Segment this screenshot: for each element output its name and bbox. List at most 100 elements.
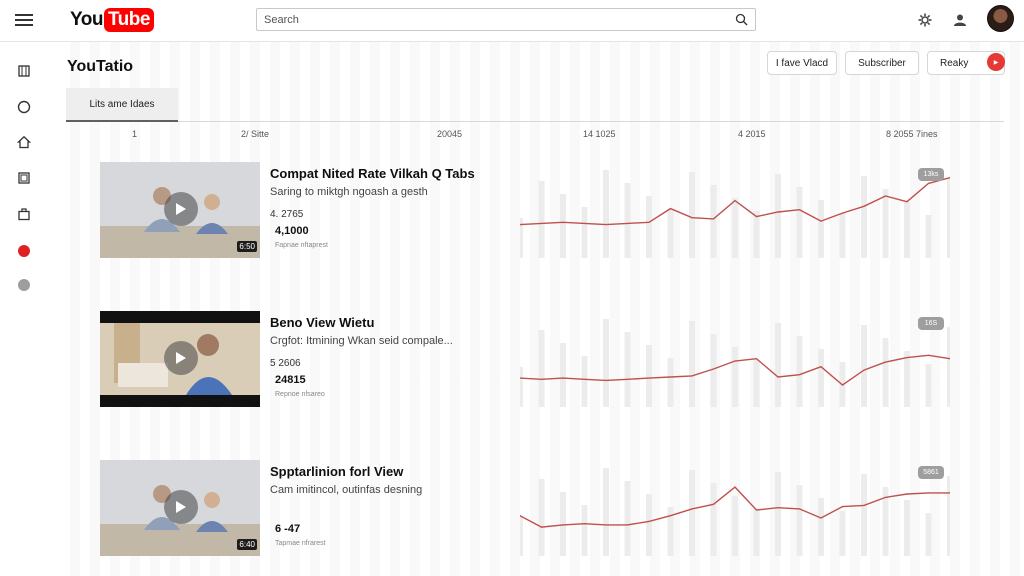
- chart-point: [863, 504, 865, 506]
- video-thumbnail[interactable]: [100, 311, 260, 407]
- video-row: 6:50 Compat Nited Rate Vilkah Q Tabs Sar…: [100, 162, 980, 258]
- chart-bar: [710, 185, 717, 258]
- sidebar-live-dot-icon[interactable]: [14, 241, 34, 261]
- chart-bar: [581, 207, 588, 258]
- video-stat: 4. 2765: [270, 209, 304, 220]
- chart-point: [562, 524, 564, 526]
- chart-bar: [689, 321, 695, 407]
- chart-bar: [667, 358, 674, 407]
- views-trend-chart: [520, 170, 950, 258]
- chart-bar: [538, 479, 545, 556]
- sidebar-circle-icon[interactable]: [14, 97, 34, 117]
- youtube-logo[interactable]: You Tube: [70, 8, 154, 32]
- chart-bar: [925, 513, 932, 556]
- chart-bar: [646, 494, 652, 556]
- views-trend-chart: [520, 468, 950, 556]
- chart-bar: [624, 481, 631, 556]
- chart-bar: [753, 509, 760, 556]
- sidebar-library-icon[interactable]: [14, 168, 34, 188]
- chart-point: [777, 211, 779, 213]
- chart-point: [540, 222, 543, 224]
- axis-label: 14 1025: [583, 129, 616, 139]
- search-input[interactable]: [257, 9, 727, 30]
- video-duration: 6:40: [237, 539, 257, 550]
- chart-point: [605, 524, 607, 526]
- video-description: Saring to miktgh ngoash a gesth: [270, 186, 428, 198]
- video-badge: 13ks: [918, 168, 944, 181]
- chart-point: [820, 220, 822, 222]
- tab-bar: Lits ame Idaes: [66, 88, 1004, 122]
- video-stat: 5 2606: [270, 358, 301, 369]
- chart-point: [540, 526, 543, 528]
- chart-point: [841, 212, 844, 214]
- chart-bar: [581, 505, 588, 556]
- sidebar-home-icon[interactable]: [14, 132, 34, 152]
- tab-ideas[interactable]: Lits ame Idaes: [66, 88, 178, 122]
- video-thumbnail[interactable]: 6:40: [100, 460, 260, 556]
- chart-bar: [646, 345, 652, 407]
- chart-point: [884, 496, 887, 498]
- chart-point: [562, 221, 564, 223]
- chart-point: [648, 377, 650, 379]
- chart-point: [927, 182, 930, 184]
- video-row: Beno View Wietu Crgfot: Itmining Wkan se…: [100, 311, 980, 407]
- video-title[interactable]: Compat Nited Rate Vilkah Q Tabs: [270, 166, 475, 181]
- logo-box-text: Tube: [103, 8, 154, 32]
- video-title[interactable]: Spptarlinion forl View: [270, 464, 403, 479]
- chart-point: [863, 205, 865, 207]
- chart-point: [841, 506, 844, 508]
- chart-bar: [925, 364, 932, 407]
- chart-point: [583, 523, 586, 525]
- chart-point: [906, 493, 908, 495]
- chart-point: [734, 200, 736, 202]
- chart-point: [669, 515, 672, 517]
- chart-bar: [818, 349, 824, 407]
- chart-point: [906, 201, 908, 203]
- chart-bar: [710, 483, 717, 556]
- chart-bar: [818, 200, 824, 258]
- sidebar-bag-icon[interactable]: [14, 204, 34, 224]
- chart-point: [884, 361, 887, 363]
- video-description: Crgfot: Itmining Wkan seid compale...: [270, 335, 453, 347]
- chart-bar: [624, 332, 631, 407]
- account-icon[interactable]: [950, 10, 970, 30]
- video-views: 4,1000: [275, 225, 309, 237]
- chart-bar: [603, 319, 609, 407]
- chart-bar: [603, 468, 609, 556]
- chart-point: [798, 508, 801, 510]
- chart-point: [583, 378, 586, 380]
- play-icon[interactable]: [164, 192, 198, 226]
- video-thumbnail[interactable]: 6:50: [100, 162, 260, 258]
- chart-bar: [538, 330, 545, 407]
- chart-bar: [520, 516, 523, 556]
- chart-point: [605, 224, 607, 226]
- sidebar-gray-dot-icon[interactable]: [14, 275, 34, 295]
- subscriber-button[interactable]: Subscriber: [845, 51, 919, 75]
- chart-point: [927, 354, 930, 356]
- views-trend-chart: [520, 319, 950, 407]
- chart-point: [712, 368, 715, 370]
- axis-label: 4 2015: [738, 129, 766, 139]
- chart-bar: [689, 470, 695, 556]
- chart-bar: [732, 347, 738, 407]
- search-icon[interactable]: [727, 9, 755, 30]
- chart-bar: [904, 351, 910, 407]
- header-button-vlacd[interactable]: I fave Vlacd: [767, 51, 837, 75]
- chart-bar: [520, 367, 523, 407]
- play-icon[interactable]: [164, 341, 198, 375]
- video-title[interactable]: Beno View Wietu: [270, 315, 374, 330]
- play-icon[interactable]: [164, 490, 198, 524]
- chart-point: [820, 517, 822, 519]
- chart-bar: [624, 183, 631, 258]
- chart-bar: [882, 338, 889, 407]
- video-badge: 5861: [918, 466, 944, 479]
- sidebar-shorts-icon[interactable]: [14, 61, 34, 81]
- settings-icon[interactable]: [915, 10, 935, 30]
- logo-text: You: [70, 9, 103, 30]
- chart-bar: [732, 198, 738, 258]
- hamburger-menu-icon[interactable]: [14, 11, 34, 29]
- chart-bar: [667, 209, 674, 258]
- chart-point: [798, 209, 801, 211]
- avatar[interactable]: [987, 5, 1014, 32]
- chart-bar: [753, 360, 760, 407]
